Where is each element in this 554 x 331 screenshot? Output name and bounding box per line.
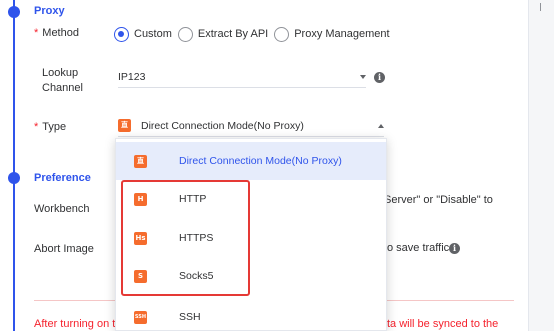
radio-checked-icon bbox=[114, 26, 129, 42]
dropdown-option-ssh[interactable]: SSH SSH bbox=[116, 298, 386, 330]
right-scroll-panel[interactable] bbox=[528, 0, 554, 331]
highlight-annotation-box bbox=[121, 180, 250, 296]
timeline-line bbox=[13, 0, 15, 331]
dropdown-option-direct[interactable]: 直 Direct Connection Mode(No Proxy) bbox=[116, 142, 386, 180]
required-mark: * bbox=[34, 121, 39, 133]
radio-unchecked-icon bbox=[274, 26, 290, 42]
method-radio-proxy-management[interactable]: Proxy Management bbox=[274, 26, 390, 42]
dropdown-option-label: SSH bbox=[179, 311, 201, 323]
timeline-dot-preference bbox=[8, 172, 20, 184]
abort-image-description: o save traffic. bbox=[387, 242, 453, 254]
method-radio-group: Custom Extract By API Proxy Management bbox=[114, 26, 396, 42]
radio-label-custom: Custom bbox=[134, 28, 172, 40]
lookup-channel-label: Lookup Channel bbox=[42, 66, 83, 96]
direct-connection-icon: 直 bbox=[118, 119, 131, 132]
method-radio-extract-by-api[interactable]: Extract By API bbox=[177, 26, 269, 42]
info-icon[interactable]: i bbox=[374, 72, 385, 83]
radio-unchecked-icon bbox=[177, 26, 193, 42]
type-label-text: Type bbox=[42, 121, 67, 133]
lookup-channel-value: IP123 bbox=[118, 70, 146, 83]
warning-text-left: After turning on th bbox=[34, 318, 122, 330]
info-icon[interactable]: i bbox=[449, 243, 460, 254]
workbench-label: Workbench bbox=[34, 203, 90, 215]
proxy-section-title: Proxy bbox=[34, 5, 65, 17]
warning-text-right: ta will be synced to the bbox=[387, 318, 499, 330]
type-select-value: Direct Connection Mode(No Proxy) bbox=[141, 119, 304, 132]
type-select[interactable]: 直 Direct Connection Mode(No Proxy) bbox=[118, 115, 384, 137]
scroll-indicator bbox=[540, 3, 541, 11]
radio-label-proxy-management: Proxy Management bbox=[294, 28, 390, 40]
abort-image-label: Abort Image bbox=[34, 243, 94, 255]
dropdown-option-label: Direct Connection Mode(No Proxy) bbox=[179, 155, 342, 167]
type-label: * Type bbox=[34, 120, 66, 135]
lookup-channel-label-line2: Channel bbox=[42, 82, 83, 94]
ssh-icon: SSH bbox=[134, 310, 147, 324]
direct-connection-icon: 直 bbox=[134, 154, 147, 168]
method-label: * Method bbox=[34, 26, 79, 41]
radio-label-extract-by-api: Extract By API bbox=[197, 28, 269, 40]
workbench-description: Server" or "Disable" to bbox=[384, 194, 493, 206]
required-mark: * bbox=[34, 27, 39, 39]
timeline-dot-proxy bbox=[8, 6, 20, 18]
method-radio-custom[interactable]: Custom bbox=[114, 26, 172, 42]
lookup-channel-select[interactable]: IP123 bbox=[118, 66, 366, 88]
chevron-down-icon bbox=[360, 74, 366, 79]
chevron-up-icon bbox=[378, 123, 384, 128]
preference-section-title: Preference bbox=[34, 172, 91, 184]
lookup-channel-label-line1: Lookup bbox=[42, 67, 79, 79]
method-label-text: Method bbox=[42, 27, 79, 39]
